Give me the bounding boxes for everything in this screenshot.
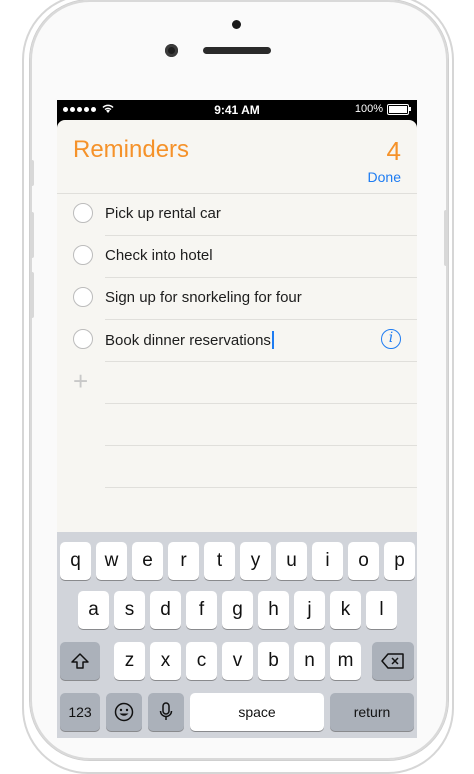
key-b[interactable]: b <box>258 642 289 680</box>
key-f[interactable]: f <box>186 591 217 629</box>
key-m[interactable]: m <box>330 642 361 680</box>
key-w[interactable]: w <box>96 542 127 580</box>
reminder-text[interactable]: Pick up rental car <box>105 205 221 222</box>
mic-icon <box>159 702 173 720</box>
key-t[interactable]: t <box>204 542 235 580</box>
reminder-row-editing[interactable]: Book dinner reservations i <box>57 319 417 361</box>
reminder-text[interactable]: Sign up for snorkeling for four <box>105 289 302 306</box>
key-n[interactable]: n <box>294 642 325 680</box>
reminder-text[interactable]: Check into hotel <box>105 247 213 264</box>
battery-icon <box>387 103 409 115</box>
reminder-row[interactable]: Sign up for snorkeling for four <box>57 277 417 319</box>
key-s[interactable]: s <box>114 591 145 629</box>
earpiece-speaker <box>203 47 271 54</box>
key-e[interactable]: e <box>132 542 163 580</box>
key-j[interactable]: j <box>294 591 325 629</box>
volume-up-button <box>30 212 34 258</box>
key-k[interactable]: k <box>330 591 361 629</box>
key-c[interactable]: c <box>186 642 217 680</box>
key-y[interactable]: y <box>240 542 271 580</box>
numbers-key[interactable]: 123 <box>60 693 100 731</box>
status-bar: 9:41 AM 100% <box>57 100 417 120</box>
emoji-key[interactable] <box>106 693 142 731</box>
key-l[interactable]: l <box>366 591 397 629</box>
complete-checkbox[interactable] <box>73 329 93 349</box>
reminders-app: Reminders 4 Done Pick up rental car Chec… <box>57 120 417 532</box>
divider <box>105 361 417 362</box>
mute-switch <box>30 160 34 186</box>
info-icon[interactable]: i <box>381 329 401 349</box>
reminder-row[interactable]: Check into hotel <box>57 235 417 277</box>
done-button[interactable]: Done <box>368 169 401 185</box>
reminder-text-input[interactable]: Book dinner reservations <box>105 331 274 349</box>
add-reminder-icon[interactable]: + <box>73 368 88 394</box>
volume-down-button <box>30 272 34 318</box>
complete-checkbox[interactable] <box>73 245 93 265</box>
key-g[interactable]: g <box>222 591 253 629</box>
key-q[interactable]: q <box>60 542 91 580</box>
key-z[interactable]: z <box>114 642 145 680</box>
complete-checkbox[interactable] <box>73 287 93 307</box>
divider <box>105 487 417 488</box>
emoji-icon <box>114 702 134 722</box>
key-r[interactable]: r <box>168 542 199 580</box>
key-h[interactable]: h <box>258 591 289 629</box>
delete-icon <box>381 653 404 669</box>
proximity-sensor <box>232 20 241 29</box>
reminder-row[interactable]: Pick up rental car <box>57 193 417 235</box>
key-a[interactable]: a <box>78 591 109 629</box>
shift-key[interactable] <box>60 642 100 680</box>
return-key[interactable]: return <box>330 693 414 731</box>
key-d[interactable]: d <box>150 591 181 629</box>
shift-icon <box>71 653 89 669</box>
keyboard: q w e r t y u i o p a s d f g h j k l z … <box>57 532 417 738</box>
space-key[interactable]: space <box>190 693 324 731</box>
key-i[interactable]: i <box>312 542 343 580</box>
reminder-count: 4 <box>386 136 401 166</box>
delete-key[interactable] <box>372 642 414 680</box>
dictation-key[interactable] <box>148 693 184 731</box>
reminder-text: Book dinner reservations <box>105 332 271 349</box>
key-o[interactable]: o <box>348 542 379 580</box>
key-p[interactable]: p <box>384 542 415 580</box>
key-u[interactable]: u <box>276 542 307 580</box>
power-button <box>444 210 448 266</box>
divider <box>105 403 417 404</box>
front-camera-icon <box>165 44 178 57</box>
key-v[interactable]: v <box>222 642 253 680</box>
divider <box>105 445 417 446</box>
phone-screen: 9:41 AM 100% Reminders 4 Done Pick up re… <box>57 100 417 738</box>
text-cursor <box>271 331 274 349</box>
complete-checkbox[interactable] <box>73 203 93 223</box>
key-x[interactable]: x <box>150 642 181 680</box>
battery-status: 100% <box>355 103 411 115</box>
battery-percent: 100% <box>354 103 383 115</box>
list-title: Reminders <box>73 136 190 163</box>
